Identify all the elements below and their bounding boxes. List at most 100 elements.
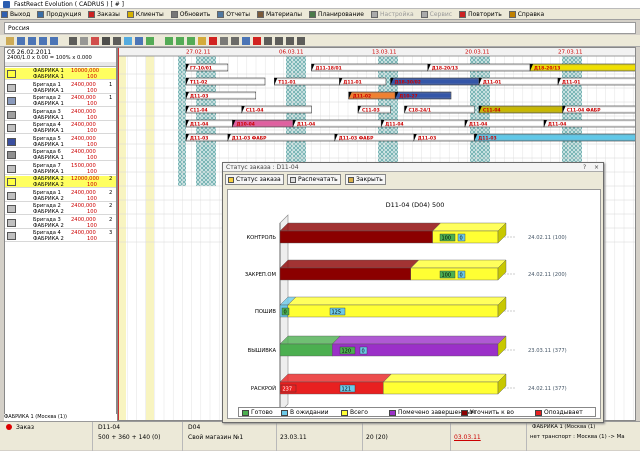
resource-row[interactable]: Бригада 6 ФАБРИКА 1 2400,000 100 [5, 149, 116, 161]
resource-rank: 2 [109, 176, 113, 182]
data-label: 121 [342, 387, 352, 393]
resource-row[interactable]: Бригада 4 ФАБРИКА 1 2400,000 100 [5, 122, 116, 134]
category-label: КОНТРОЛЬ [246, 235, 276, 241]
toolbar-button-9[interactable] [113, 37, 121, 45]
timeline-date: 27.03.11 [558, 50, 583, 56]
toolbar-button-2[interactable] [28, 37, 36, 45]
resource-percent: 100 [87, 101, 97, 107]
toolbar-button-1[interactable] [17, 37, 25, 45]
toolbar-button-20[interactable] [242, 37, 250, 45]
resource-color-swatch [7, 164, 16, 173]
gantt-bar-label: Д18-20/13 [534, 66, 560, 72]
toolbar-button-17[interactable] [209, 37, 217, 45]
status-bar: Заказ D11-04 500 + 360 + 140 (0) D04 Сво… [0, 421, 640, 451]
menu-materials[interactable]: Материалы [256, 9, 302, 20]
resource-row[interactable]: Бригада 2 ФАБРИКА 1 2400,000 100 1 [5, 95, 116, 107]
toolbar-button-14[interactable] [176, 37, 184, 45]
resource-row[interactable]: Бригада 3 ФАБРИКА 1 2400,000 100 [5, 109, 116, 121]
menu-refresh[interactable]: Обновить [170, 9, 210, 20]
toolbar-button-15[interactable] [187, 37, 195, 45]
order-status-dialog: Статус заказа : D11-04 ? × Статус заказа… [222, 162, 604, 423]
toolbar-button-16[interactable] [198, 37, 206, 45]
order-status-button[interactable]: Статус заказа [225, 174, 284, 185]
toolbar-button-13[interactable] [165, 37, 173, 45]
record-icon [6, 424, 12, 430]
toolbar-button-8[interactable] [102, 37, 110, 45]
data-label: 100 [442, 236, 452, 242]
gantt-bar-label: С11-04 ФАБР [567, 108, 602, 114]
legend-swatch [535, 409, 542, 416]
resource-footer: ФАБРИКА 1 (Москва (1)) [4, 414, 117, 421]
toolbar-button-11[interactable] [135, 37, 143, 45]
resource-row[interactable]: ФАБРИКА 1 ФАБРИКА 1 10000,000 100 [5, 68, 116, 80]
menu-label: Заказы [97, 10, 120, 18]
data-label: 237 [283, 387, 293, 393]
menu-clients[interactable]: Клиенты [126, 9, 164, 20]
menu-orders[interactable]: Заказы [87, 9, 120, 20]
resource-color-swatch [7, 137, 16, 146]
reports-icon [217, 10, 225, 18]
toolbar-button-22[interactable] [264, 37, 272, 45]
resource-row[interactable]: ФАБРИКА 2 ФАБРИКА 2 12000,000 100 2 [5, 176, 116, 188]
resource-row[interactable]: Бригада 1 ФАБРИКА 1 2400,000 100 1 [5, 82, 116, 94]
bar-segment [332, 343, 499, 357]
toolbar-button-3[interactable] [39, 37, 47, 45]
resource-row[interactable]: Бригада 1 ФАБРИКА 2 2400,000 100 2 [5, 190, 116, 202]
menu-settings[interactable]: Настройка [370, 9, 414, 20]
holiday-column [178, 56, 186, 186]
toolbar-button-12[interactable] [146, 37, 154, 45]
resource-color-swatch [7, 178, 16, 186]
legend-swatch [281, 409, 288, 416]
toolbar-button-18[interactable] [220, 37, 228, 45]
menu-repeat[interactable]: Повторить [458, 9, 502, 20]
gantt-bar-label: Д11-04 [385, 122, 403, 128]
bar-segment [383, 381, 499, 395]
bar-top [382, 373, 507, 383]
gantt-bar-label: С11-04 [190, 108, 208, 114]
resource-row[interactable]: Бригада 2 ФАБРИКА 2 2400,000 100 2 [5, 203, 116, 215]
toolbar-button-23[interactable] [275, 37, 283, 45]
print-button[interactable]: Распечатать [287, 174, 341, 185]
toolbar-button-25[interactable] [297, 37, 305, 45]
resource-percent: 100 [87, 141, 97, 148]
dialog-help-button[interactable]: ? [583, 164, 586, 171]
toolbar-button-10[interactable] [124, 37, 132, 45]
status-order2: D04 [188, 424, 201, 431]
toolbar-button-24[interactable] [286, 37, 294, 45]
menu-planning[interactable]: Планирование [308, 9, 364, 20]
resource-percent: 100 [87, 168, 97, 175]
toolbar-button-7[interactable] [91, 37, 99, 45]
toolbar-button-5[interactable] [69, 37, 77, 45]
gantt-bar-label: Д11-02 [353, 94, 371, 100]
resource-color-swatch [7, 97, 16, 105]
legend-label: Опоздывает [544, 409, 583, 416]
dialog-close-button[interactable]: × [594, 164, 599, 171]
menu-reports[interactable]: Отчеты [216, 9, 250, 20]
toolbar-button-6[interactable] [80, 37, 88, 45]
dialog-title-bar: Статус заказа : D11-04 ? × [223, 163, 603, 172]
gantt-bar-label: Д11-04 [548, 122, 566, 128]
status-date2[interactable]: 03.03.11 [454, 434, 481, 441]
menu-label: Обновить [179, 10, 211, 18]
gantt-bar-label: Т11-01 [278, 80, 295, 86]
resource-row[interactable]: Бригада 7 ФАБРИКА 1 1500,000 100 [5, 163, 116, 175]
toolbar-button-21[interactable] [253, 37, 261, 45]
legend-item: Уточнить к во [461, 409, 514, 416]
resource-group: ФАБРИКА 1 [33, 87, 64, 94]
toolbar-button-19[interactable] [231, 37, 239, 45]
toolbar-button-0[interactable] [6, 37, 14, 45]
data-label: 0 [460, 236, 463, 242]
menu-exit[interactable]: Выход [0, 9, 30, 20]
resource-row[interactable]: Бригада 3 ФАБРИКА 2 2400,000 100 2 [5, 217, 116, 229]
resource-row[interactable]: Бригада 5 ФАБРИКА 1 2400,000 100 [5, 136, 116, 148]
menu-service[interactable]: Сервис [420, 9, 452, 20]
order-status-label: Статус заказа [236, 176, 281, 183]
status-detail: 500 + 360 + 140 (0) [98, 434, 161, 441]
menu-products[interactable]: Продукция [36, 9, 81, 20]
clients-icon [126, 10, 134, 18]
resource-row[interactable]: Бригада 4 ФАБРИКА 2 2400,000 100 3 [5, 230, 116, 242]
close-dialog-button[interactable]: Закрыть [345, 174, 386, 185]
toolbar-button-4[interactable] [50, 37, 58, 45]
region-field[interactable]: Россия [4, 22, 636, 34]
menu-help[interactable]: Справка [508, 9, 544, 20]
